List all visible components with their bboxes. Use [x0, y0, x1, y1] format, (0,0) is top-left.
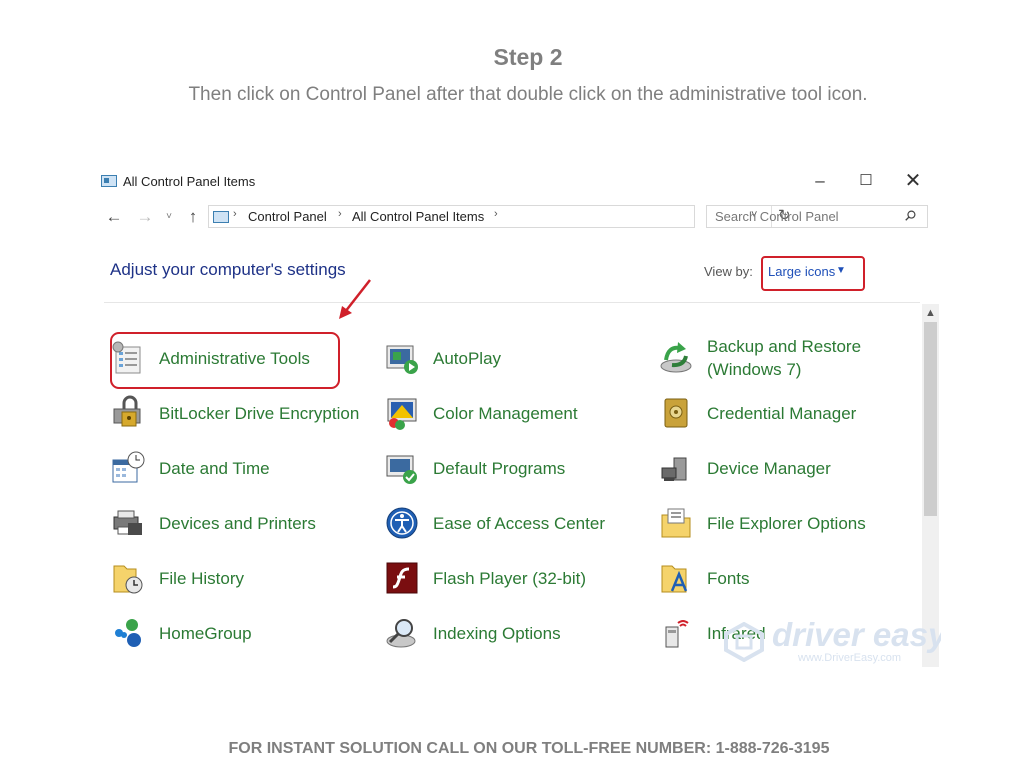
- item-label[interactable]: Ease of Access Center: [433, 501, 605, 545]
- maximize-button[interactable]: ☐: [845, 168, 887, 194]
- control-panel-window: All Control Panel Items – ☐ ✕ ← → ˅ ↑ › …: [96, 164, 941, 667]
- item-ease-of-access[interactable]: Ease of Access Center: [384, 501, 646, 545]
- item-label[interactable]: Device Manager: [707, 446, 831, 490]
- item-label[interactable]: File History: [159, 556, 244, 600]
- default-programs-icon: [386, 455, 417, 484]
- file-history-icon: [113, 565, 143, 594]
- step-instructions: Then click on Control Panel after that d…: [188, 84, 868, 105]
- item-label[interactable]: Administrative Tools: [159, 336, 310, 380]
- recent-locations-button[interactable]: ˅: [160, 204, 178, 230]
- item-fonts[interactable]: Fonts: [658, 556, 920, 600]
- footer-phone-banner: FOR INSTANT SOLUTION CALL ON OUR TOLL-FR…: [228, 740, 830, 757]
- view-by-value[interactable]: Large icons: [768, 264, 835, 279]
- file-explorer-options-icon: [661, 508, 691, 538]
- item-label[interactable]: Flash Player (32-bit): [433, 556, 586, 600]
- breadcrumb-separator[interactable]: ›: [233, 208, 237, 220]
- item-indexing-options[interactable]: Indexing Options: [384, 611, 646, 655]
- breadcrumb-separator[interactable]: ›: [494, 208, 498, 220]
- item-label[interactable]: Backup and Restore (Windows 7): [707, 336, 920, 380]
- item-date-and-time[interactable]: Date and Time: [110, 446, 372, 490]
- scroll-up-arrow-icon[interactable]: ▲: [922, 304, 939, 322]
- step-heading: Step 2: [493, 44, 563, 70]
- bitlocker-icon: [113, 395, 141, 427]
- item-bitlocker[interactable]: BitLocker Drive Encryption: [110, 391, 372, 435]
- item-label[interactable]: Date and Time: [159, 446, 270, 490]
- administrative-tools-icon: [112, 341, 141, 374]
- item-label[interactable]: BitLocker Drive Encryption: [159, 391, 359, 435]
- item-label[interactable]: HomeGroup: [159, 611, 252, 655]
- item-administrative-tools[interactable]: Administrative Tools: [110, 336, 372, 380]
- item-file-history[interactable]: File History: [110, 556, 372, 600]
- item-devices-and-printers[interactable]: Devices and Printers: [110, 501, 372, 545]
- item-label[interactable]: Fonts: [707, 556, 750, 600]
- up-button[interactable]: ↑: [182, 204, 204, 230]
- navigation-bar: ← → ˅ ↑ › Control Panel › All Control Pa…: [96, 204, 941, 230]
- watermark-site: www.DriverEasy.com: [798, 652, 902, 664]
- indexing-options-icon: [386, 619, 416, 648]
- driver-easy-logo: [724, 622, 764, 662]
- search-icon[interactable]: [905, 210, 916, 221]
- item-homegroup[interactable]: HomeGroup: [110, 611, 372, 655]
- control-panel-icon: [101, 175, 117, 187]
- item-device-manager[interactable]: Device Manager: [658, 446, 920, 490]
- watermark: driver easy www.DriverEasy.com: [716, 616, 941, 666]
- breadcrumb-separator[interactable]: ›: [338, 208, 342, 220]
- credential-manager-icon: [664, 398, 688, 428]
- item-credential-manager[interactable]: Credential Manager: [658, 391, 920, 435]
- infrared-icon: [665, 620, 689, 648]
- date-time-icon: [112, 451, 145, 483]
- devices-printers-icon: [113, 510, 142, 535]
- autoplay-icon: [386, 345, 418, 374]
- caret-down-icon[interactable]: ▼: [836, 265, 846, 276]
- item-label[interactable]: Indexing Options: [433, 611, 561, 655]
- close-button[interactable]: ✕: [892, 168, 934, 194]
- view-by-dropdown[interactable]: Large icons ▼: [761, 256, 865, 291]
- item-file-explorer-options[interactable]: File Explorer Options: [658, 501, 920, 545]
- settings-heading: Adjust your computer's settings: [110, 260, 346, 279]
- homegroup-icon: [115, 619, 141, 647]
- item-label[interactable]: Default Programs: [433, 446, 565, 490]
- window-title: All Control Panel Items: [123, 174, 256, 189]
- device-manager-icon: [661, 457, 687, 481]
- address-bar[interactable]: › Control Panel › All Control Panel Item…: [208, 205, 791, 228]
- vertical-scrollbar[interactable]: ▲: [922, 304, 939, 667]
- item-flash-player[interactable]: Flash Player (32-bit): [384, 556, 646, 600]
- item-label[interactable]: Color Management: [433, 391, 578, 435]
- item-default-programs[interactable]: Default Programs: [384, 446, 646, 490]
- title-bar: All Control Panel Items – ☐ ✕: [96, 164, 941, 198]
- view-by-label: View by:: [704, 264, 753, 279]
- item-color-management[interactable]: Color Management: [384, 391, 646, 435]
- item-label[interactable]: Devices and Printers: [159, 501, 316, 545]
- back-button[interactable]: ←: [103, 204, 125, 230]
- backup-restore-icon: [660, 342, 692, 373]
- flash-player-icon: [386, 562, 418, 594]
- watermark-brand: driver easy: [772, 616, 941, 653]
- minimize-button[interactable]: –: [799, 168, 841, 194]
- item-backup-and-restore[interactable]: Backup and Restore (Windows 7): [658, 336, 920, 380]
- item-label[interactable]: File Explorer Options: [707, 501, 866, 545]
- pointer-arrow-annotation: [339, 279, 371, 319]
- search-box[interactable]: Search Control Panel: [706, 205, 928, 228]
- item-autoplay[interactable]: AutoPlay: [384, 336, 646, 380]
- scroll-thumb[interactable]: [924, 322, 937, 516]
- item-label[interactable]: Credential Manager: [707, 391, 856, 435]
- header-divider: [104, 302, 920, 303]
- color-management-icon: [387, 398, 417, 430]
- forward-button[interactable]: →: [134, 204, 156, 230]
- item-label[interactable]: AutoPlay: [433, 336, 501, 380]
- fonts-icon: [661, 565, 688, 593]
- breadcrumb-control-panel[interactable]: Control Panel: [248, 209, 327, 224]
- control-panel-icon: [213, 211, 229, 223]
- breadcrumb-all-items[interactable]: All Control Panel Items: [352, 209, 484, 224]
- search-placeholder[interactable]: Search Control Panel: [715, 209, 839, 224]
- ease-of-access-icon: [386, 507, 418, 539]
